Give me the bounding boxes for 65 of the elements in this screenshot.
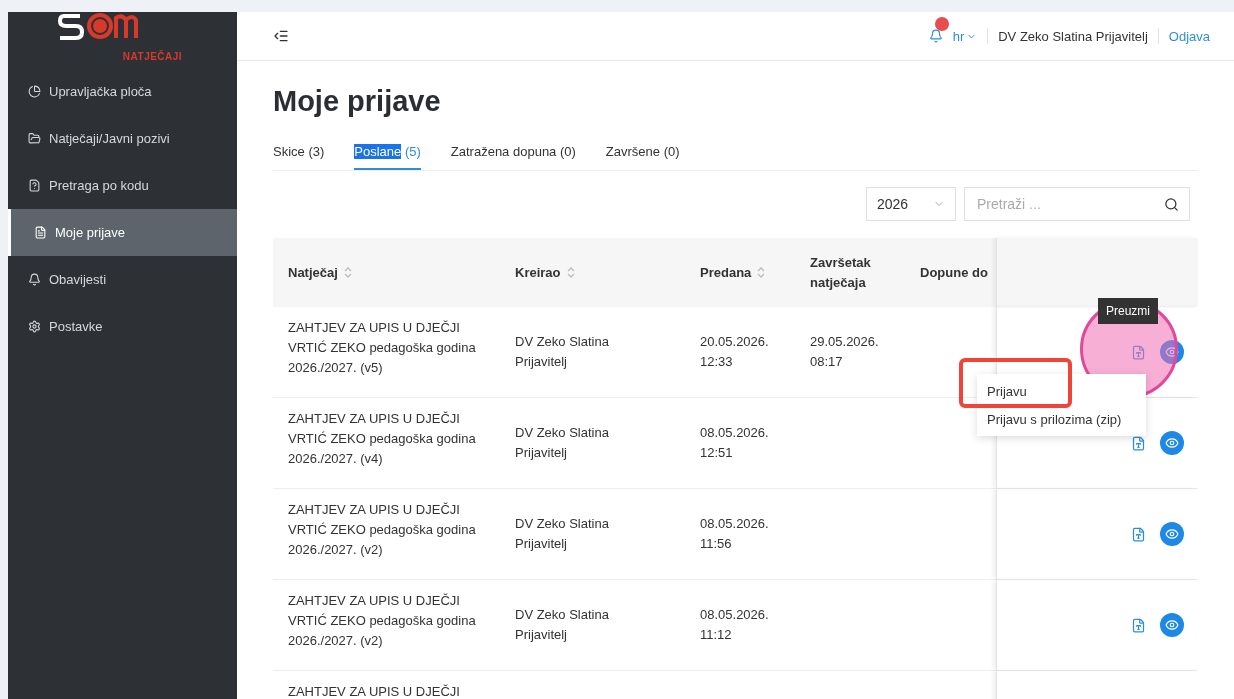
eye-icon bbox=[1165, 527, 1179, 541]
gear-icon bbox=[28, 320, 41, 333]
tooltip: Preuzmi bbox=[1098, 298, 1158, 324]
logout-link[interactable]: Odjava bbox=[1168, 28, 1210, 44]
tab[interactable]: Zatražena dopuna (0) bbox=[450, 144, 576, 170]
tab[interactable]: Završene (0) bbox=[605, 144, 680, 170]
pdf-file-icon bbox=[1131, 344, 1146, 360]
pdf-file-icon bbox=[1131, 617, 1146, 633]
folder-icon bbox=[28, 132, 41, 145]
user-name: DV Zeko Slatina Prijavitelj bbox=[998, 28, 1148, 44]
table-cell-text: ZAHTJEV ZA UPIS U DJEČJI VRTIĆ ZEKO pedagoška godina 2026./2027. (v2) bbox=[287, 592, 477, 650]
table-cell-text: 29.05.2026. 08:17 bbox=[809, 333, 880, 371]
eye-icon bbox=[1165, 618, 1179, 632]
column-header: Dopune do bbox=[920, 263, 988, 282]
table-cell-text: 20.05.2026. 12:33 bbox=[699, 333, 770, 371]
document-icon bbox=[34, 226, 47, 239]
column-header: Kreirao bbox=[515, 263, 561, 282]
table-cell-text: 08.05.2026. 11:56 bbox=[699, 515, 770, 553]
pdf-download-button[interactable] bbox=[1131, 617, 1146, 633]
logo-caption: NATJEČAJI bbox=[122, 51, 183, 62]
tab[interactable]: Skice (3) bbox=[273, 144, 325, 170]
sidebar-item[interactable]: Obavijesti bbox=[8, 256, 237, 303]
table-cell-text: 08.05.2026. 12:51 bbox=[699, 424, 770, 462]
table-cell-text: ZAHTJEV ZA UPIS U DJEČJI VRTIĆ ZEKO pedagoška godina 2026./2027. (v4) bbox=[287, 410, 477, 468]
pdf-file-icon bbox=[1131, 526, 1146, 542]
sidebar-item[interactable]: Moje prijave bbox=[8, 209, 237, 256]
pie-chart-icon bbox=[28, 85, 41, 98]
eye-icon bbox=[1165, 345, 1179, 359]
bell-icon[interactable] bbox=[928, 29, 943, 43]
page-title: Moje prijave bbox=[273, 85, 442, 118]
table-cell-text: ZAHTJEV ZA UPIS U DJEČJI VRTIĆ ZEKO pedagoška godina 2026./2027. (v5) bbox=[287, 319, 477, 377]
view-button[interactable] bbox=[1160, 340, 1184, 364]
menu-item[interactable]: Prijavu bbox=[987, 382, 1027, 402]
search-icon[interactable] bbox=[1164, 196, 1179, 212]
table-cell-text: DV Zeko Slatina Prijavitelj bbox=[514, 424, 610, 462]
pdf-file-icon bbox=[1131, 435, 1146, 451]
pdf-download-button[interactable] bbox=[1131, 344, 1146, 360]
menu-item[interactable]: Prijavu s prilozima (zip) bbox=[987, 410, 1122, 430]
sidebar-item[interactable]: Natječaji/Javni pozivi bbox=[8, 115, 237, 162]
sidebar-item[interactable]: Postavke bbox=[8, 303, 237, 350]
view-button[interactable] bbox=[1160, 522, 1184, 546]
view-button[interactable] bbox=[1160, 613, 1184, 637]
table-cell-text: DV Zeko Slatina Prijavitelj bbox=[514, 333, 610, 371]
view-button[interactable] bbox=[1160, 431, 1184, 455]
bell-icon bbox=[28, 273, 41, 286]
menu-icon[interactable] bbox=[273, 28, 289, 44]
table-cell-text: DV Zeko Slatina Prijavitelj bbox=[514, 606, 610, 644]
column-header: Natječaj bbox=[288, 263, 338, 282]
search-field[interactable]: Pretraži ... bbox=[964, 187, 1190, 221]
column-header: Završetak natječaja bbox=[810, 253, 872, 292]
file-icon bbox=[28, 179, 41, 192]
table-cell-text: 08.05.2026. 11:12 bbox=[699, 606, 770, 644]
pdf-download-button[interactable] bbox=[1131, 526, 1146, 542]
table-cell-text: ZAHTJEV ZA UPIS U DJEČJI VRTIĆ ZEKO pedagoška godina 2026./2027. (v2) bbox=[287, 501, 477, 559]
tab[interactable]: Poslane (5) bbox=[354, 144, 421, 170]
notification-badge bbox=[934, 17, 949, 31]
eye-icon bbox=[1165, 436, 1179, 450]
sidebar-item[interactable]: Upravljačka ploča bbox=[8, 68, 237, 115]
language-selector[interactable]: hr bbox=[952, 28, 978, 44]
pdf-download-button[interactable] bbox=[1131, 435, 1146, 451]
table-cell-text: ZAHTJEV ZA UPIS U DJEČJI bbox=[287, 683, 461, 699]
column-header: Predana bbox=[700, 263, 752, 282]
table-cell-text: DV Zeko Slatina Prijavitelj bbox=[514, 515, 610, 553]
year-select[interactable]: 2026 bbox=[866, 187, 956, 221]
sidebar-item[interactable]: Pretraga po kodu bbox=[8, 162, 237, 209]
